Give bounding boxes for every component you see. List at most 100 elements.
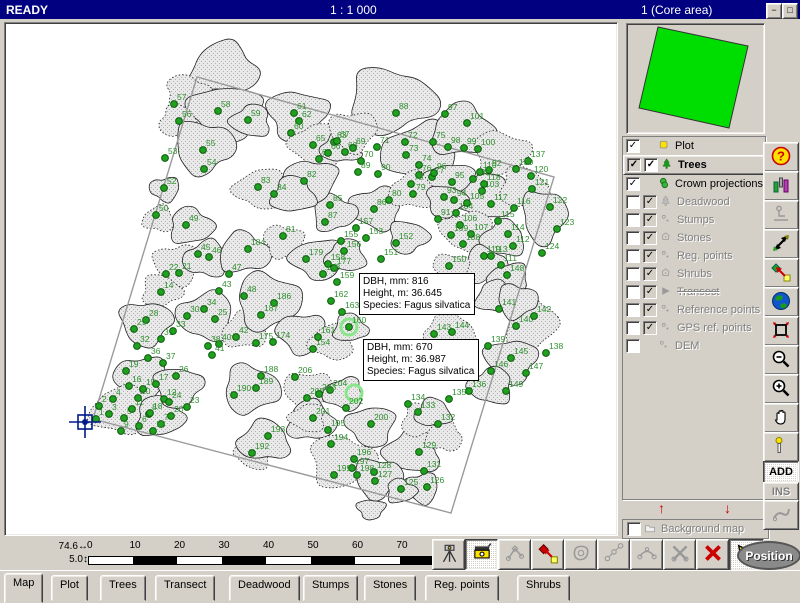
layer-checkbox[interactable]: . xyxy=(626,285,640,299)
folder-icon[interactable] xyxy=(644,522,659,537)
tree-number-label: 26 xyxy=(179,364,189,374)
zoom-extent-button[interactable] xyxy=(763,316,799,346)
layer-checkbox[interactable]: ✓ xyxy=(643,249,657,263)
tree-number-label: 54 xyxy=(207,157,217,167)
tree-number-label: 96 xyxy=(437,161,447,171)
total-station-button[interactable] xyxy=(432,539,465,570)
layer-row-transect[interactable]: .✓Transect xyxy=(623,283,765,301)
move-snap-button[interactable] xyxy=(531,539,564,570)
tree-number-label: 13 xyxy=(156,419,166,429)
ruler-tick-label: 20 xyxy=(174,540,185,551)
tab-stumps[interactable]: Stumps xyxy=(303,575,358,601)
tree-number-label: 145 xyxy=(514,346,528,356)
layer-row-reference-points[interactable]: .✓Reference points xyxy=(623,301,765,319)
digitize-line-button xyxy=(597,539,630,570)
layer-checkbox[interactable]: ✓ xyxy=(643,285,657,299)
tree-number-label: 193 xyxy=(271,424,285,434)
tree-number-label: 110 xyxy=(483,160,497,170)
tree-number-label: 86 xyxy=(377,197,387,207)
pin-button[interactable] xyxy=(763,432,799,462)
background-map-checkbox[interactable]: . xyxy=(627,522,641,536)
snap-button[interactable] xyxy=(763,258,799,288)
layer-checkbox[interactable]: . xyxy=(626,213,640,227)
tree-number-label: 91 xyxy=(441,207,451,217)
tree-number-label: 94 xyxy=(457,188,467,198)
layer-row-deadwood[interactable]: .✓Deadwood xyxy=(623,193,765,211)
minimize-button[interactable]: − xyxy=(766,3,782,19)
layer-checkbox[interactable]: ✓ xyxy=(643,213,657,227)
pan-button[interactable] xyxy=(763,403,799,433)
tab-stones[interactable]: Stones xyxy=(364,575,416,601)
layer-checkbox[interactable]: . xyxy=(626,303,640,317)
layer-row-shrubs[interactable]: .✓Shrubs xyxy=(623,265,765,283)
ruler-tick-label: 40 xyxy=(263,540,274,551)
tab-trees[interactable]: Trees xyxy=(100,575,146,601)
crown-polygon[interactable] xyxy=(356,500,387,520)
zoom-out-button[interactable] xyxy=(763,345,799,375)
data-logger-button[interactable] xyxy=(465,539,498,570)
layer-checkbox[interactable]: . xyxy=(626,267,640,281)
tree-number-label: 84 xyxy=(277,182,287,192)
layer-row-trees[interactable]: ✓✓Trees xyxy=(623,155,765,175)
tree-number-label: 21 xyxy=(182,261,192,271)
layer-checkbox[interactable]: ✓ xyxy=(626,139,640,153)
tree-number-label: 132 xyxy=(441,412,455,422)
layer-checkbox[interactable]: . xyxy=(626,231,640,245)
zoom-in-button[interactable] xyxy=(763,374,799,404)
measure-button[interactable] xyxy=(763,229,799,259)
overview-minimap[interactable] xyxy=(626,23,765,134)
layer-checkbox[interactable]: ✓ xyxy=(644,158,658,172)
map-canvas[interactable]: 5756585955545352504961626063656466676869… xyxy=(4,22,618,536)
layer-row-stumps[interactable]: .✓Stumps xyxy=(623,211,765,229)
scale-ruler: 01020304050607080 m xyxy=(88,540,454,566)
bottom-toolbar xyxy=(432,539,764,571)
layer-row-stones[interactable]: .✓Stones xyxy=(623,229,765,247)
help-button[interactable]: ? xyxy=(763,142,799,172)
layer-checkbox[interactable]: . xyxy=(626,339,640,353)
layer-row-plot[interactable]: ✓Plot xyxy=(623,137,765,155)
add-mode-button[interactable]: ADD xyxy=(763,461,799,483)
maximize-button[interactable]: □ xyxy=(782,3,798,19)
world-view-button[interactable] xyxy=(763,287,799,317)
layer-row-gps-ref-points[interactable]: .✓GPS ref. points xyxy=(623,319,765,337)
layer-checkbox[interactable]: ✓ xyxy=(643,321,657,335)
layer-checkbox[interactable]: ✓ xyxy=(643,303,657,317)
tab-reg-points[interactable]: Reg. points xyxy=(425,575,499,601)
layer-row-reg-points[interactable]: .✓Reg. points xyxy=(623,247,765,265)
points-icon xyxy=(660,249,675,264)
tree-number-label: 128 xyxy=(377,460,391,470)
tree-number-label: 74 xyxy=(422,153,432,163)
layer-row-dem[interactable]: .DEM xyxy=(623,337,765,355)
layer-move-down-button[interactable]: ↓ xyxy=(724,500,731,516)
title-bar: READY 1 : 1 000 1 (Core area) − □ xyxy=(0,0,800,19)
tab-transect[interactable]: Transect xyxy=(155,575,215,601)
tab-deadwood[interactable]: Deadwood xyxy=(229,575,300,601)
layer-checkbox[interactable]: . xyxy=(626,321,640,335)
layer-checkbox[interactable]: ✓ xyxy=(643,195,657,209)
position-button[interactable]: Position xyxy=(737,541,800,570)
layer-checkbox[interactable]: . xyxy=(626,195,640,209)
tree-number-label: 79 xyxy=(416,182,426,192)
application-window: { "title_bar": { "status": "READY", "sca… xyxy=(0,0,800,600)
tree-number-label: 2 xyxy=(102,394,107,404)
layer-checkbox[interactable]: ✓ xyxy=(643,231,657,245)
layer-row-crown-projections[interactable]: ✓Crown projections xyxy=(623,175,765,193)
tools-button[interactable] xyxy=(763,171,799,201)
delete-button[interactable] xyxy=(696,539,729,570)
map-svg[interactable]: 5756585955545352504961626063656466676869… xyxy=(5,23,617,535)
layer-checkbox[interactable]: . xyxy=(626,249,640,263)
tree-number-label: 124 xyxy=(545,241,559,251)
tab-map[interactable]: Map xyxy=(4,573,43,603)
snap-icon xyxy=(771,262,791,285)
traverse-button xyxy=(498,539,531,570)
tree-number-label: 80 xyxy=(392,188,402,198)
tab-plot[interactable]: Plot xyxy=(51,575,88,601)
layer-checkbox[interactable]: ✓ xyxy=(643,267,657,281)
tab-shrubs[interactable]: Shrubs xyxy=(517,575,570,601)
tree-number-label: 70 xyxy=(364,149,374,159)
zoomout-icon xyxy=(771,349,791,372)
detach-button xyxy=(763,500,799,530)
layer-checkbox[interactable]: ✓ xyxy=(627,158,641,172)
layer-checkbox[interactable]: ✓ xyxy=(626,177,640,191)
layer-move-up-button[interactable]: ↑ xyxy=(658,500,665,516)
